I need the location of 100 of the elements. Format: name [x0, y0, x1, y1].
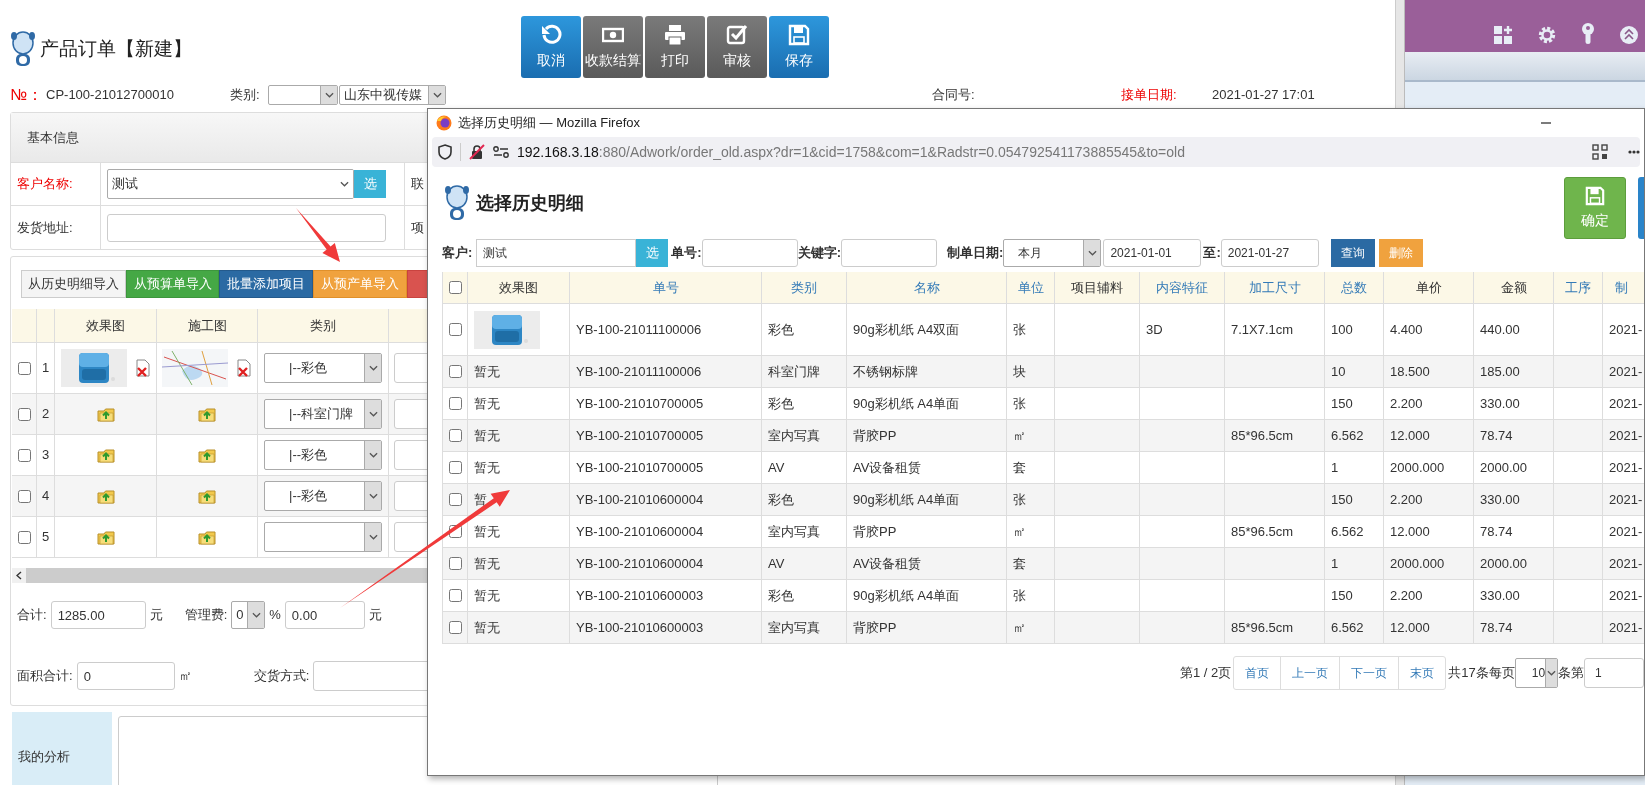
table-cell-text: 暂无: [474, 618, 500, 637]
checkbox[interactable]: [448, 493, 462, 506]
toolbar-button[interactable]: 打印: [645, 16, 705, 78]
address-field[interactable]: [107, 213, 386, 242]
table-cell-text: 85*96.5cm: [1231, 618, 1294, 637]
table-cell-text: 150: [1331, 394, 1353, 413]
table-cell-text: 2021-: [1609, 554, 1643, 573]
checkbox[interactable]: [17, 448, 31, 462]
category-dropdown[interactable]: [264, 522, 382, 552]
checkbox[interactable]: [448, 281, 462, 294]
customer-field[interactable]: 测试: [476, 239, 637, 267]
toolbar-button[interactable]: 收款结算: [583, 16, 643, 78]
category-dropdown[interactable]: |--彩色: [264, 440, 382, 470]
key-icon[interactable]: [1581, 23, 1595, 45]
unit-label: ㎡: [178, 667, 192, 686]
table-cell-text: 暂: [474, 490, 487, 509]
checkbox[interactable]: [17, 361, 31, 375]
table-cell-text: 330.00: [1480, 394, 1520, 413]
customer-dropdown[interactable]: 测试: [107, 169, 354, 199]
checkbox[interactable]: [448, 621, 462, 634]
table-cell-text: 330.00: [1480, 490, 1520, 509]
table-cell-text: 室内写真: [768, 426, 820, 445]
column-header: 金额: [1500, 278, 1527, 297]
page-title: 选择历史明细: [476, 191, 584, 215]
field-label: 交货方式:: [253, 667, 310, 686]
table-cell-text: 2021-: [1609, 618, 1643, 637]
toolbar-button[interactable]: 从预算单导入: [126, 270, 219, 298]
table-cell-text: 100: [1331, 320, 1353, 339]
total-field[interactable]: 1285.00: [50, 601, 146, 629]
add-widget-icon[interactable]: [1493, 25, 1513, 45]
caret-icon: [1087, 250, 1097, 256]
table-cell-text: 彩色: [768, 394, 794, 413]
checkbox[interactable]: [448, 557, 462, 570]
toolbar-button[interactable]: 保存: [769, 16, 829, 78]
table-cell-text: 150: [1331, 586, 1353, 605]
checkbox[interactable]: [17, 530, 31, 544]
scroll-left-icon[interactable]: [16, 571, 22, 580]
table-cell-text: YB-100-21010600004: [576, 522, 704, 541]
number-label: №：: [10, 85, 45, 105]
table-cell-text: YB-100-21010600003: [576, 586, 704, 605]
page-link[interactable]: 首页: [1234, 657, 1281, 689]
sort-link[interactable]: 名称: [913, 277, 940, 298]
column-header: 效果图: [499, 278, 538, 297]
unit-label: 元: [149, 606, 163, 625]
checkbox[interactable]: [17, 489, 31, 503]
area-field[interactable]: 0: [76, 662, 175, 690]
page-field[interactable]: 1: [1584, 658, 1644, 688]
category-dropdown[interactable]: |--科室门牌: [264, 399, 382, 429]
table-cell-text: 330.00: [1480, 586, 1520, 605]
table-cell-text: 不锈钢标牌: [853, 362, 918, 381]
table-cell-text: 6.562: [1331, 426, 1364, 445]
category-dropdown[interactable]: |--彩色: [264, 353, 382, 383]
table-cell-text: 张: [1013, 320, 1026, 339]
logo-icon: [442, 184, 472, 222]
query-button[interactable]: 查询: [1330, 239, 1375, 267]
table-cell-text: 2000.00: [1480, 458, 1527, 477]
table-cell-text: 背胶PP: [853, 522, 897, 541]
checkbox[interactable]: [17, 407, 31, 421]
page-link[interactable]: 末页: [1398, 657, 1446, 689]
date-field[interactable]: 2021-01-01: [1103, 239, 1202, 267]
delete-file-icon: [236, 359, 252, 377]
sort-link[interactable]: 单号: [652, 277, 679, 298]
collapse-icon[interactable]: [1619, 25, 1639, 45]
toolbar-button[interactable]: 审核: [707, 16, 767, 78]
order-date: 2021-01-27 17:01: [1212, 86, 1315, 105]
period-dropdown[interactable]: 本月: [1003, 239, 1102, 267]
table-cell-text: 185.00: [1480, 362, 1520, 381]
table-cell-text: 78.74: [1480, 618, 1513, 637]
category-dropdown[interactable]: [268, 85, 338, 105]
more-icon[interactable]: [1628, 150, 1640, 154]
insecure-lock-icon: [469, 144, 485, 160]
keyword-field[interactable]: [841, 239, 938, 267]
checkbox[interactable]: [448, 525, 462, 538]
page-link[interactable]: 下一页: [1339, 657, 1399, 689]
date-field[interactable]: 2021-01-27: [1220, 239, 1319, 267]
page-link[interactable]: 上一页: [1280, 657, 1340, 689]
checkbox[interactable]: [448, 429, 462, 442]
checkbox[interactable]: [448, 461, 462, 474]
table-cell-text: 18.500: [1390, 362, 1430, 381]
checkbox[interactable]: [448, 397, 462, 410]
table-cell-text: ㎡: [1013, 618, 1026, 637]
field-label: 我的分析: [18, 748, 70, 767]
qr-code-icon[interactable]: [1592, 144, 1608, 160]
page-size-dropdown[interactable]: 10: [1514, 658, 1558, 688]
toolbar-button[interactable]: 批量添加项目: [219, 270, 313, 298]
table-cell-text: 12.000: [1390, 522, 1430, 541]
row-number: 2: [41, 405, 50, 424]
company-dropdown[interactable]: 山东中视传媒: [339, 85, 446, 105]
order-number-field[interactable]: [701, 239, 798, 267]
category-dropdown[interactable]: |--彩色: [264, 481, 382, 511]
checkbox[interactable]: [448, 323, 462, 336]
table-cell-text: 背胶PP: [853, 618, 897, 637]
fee-field[interactable]: 0.00: [284, 601, 365, 629]
panel-title: 基本信息: [27, 128, 79, 147]
checkbox[interactable]: [448, 589, 462, 602]
fee-rate-dropdown[interactable]: 0: [231, 601, 266, 629]
toolbar-button[interactable]: 取消: [521, 16, 581, 78]
checkbox[interactable]: [448, 365, 462, 378]
settings-icon[interactable]: [1537, 25, 1557, 45]
toolbar-button[interactable]: 从历史明细导入: [21, 270, 126, 298]
